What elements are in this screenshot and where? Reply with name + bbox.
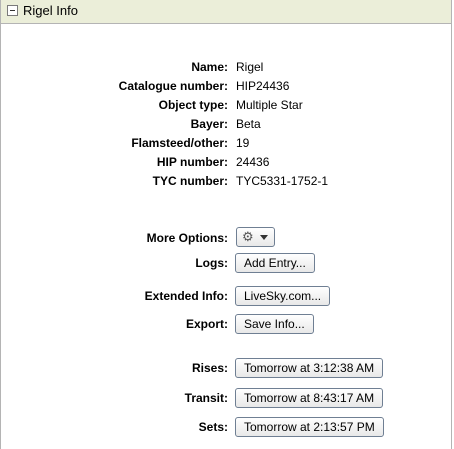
field-label: Flamsteed/other: — [131, 136, 228, 150]
field-row-catalogue-number: Catalogue number: HIP24436 — [1, 77, 451, 95]
field-value: TYC5331-1752-1 — [236, 174, 329, 188]
field-value: Beta — [236, 117, 261, 131]
chevron-down-icon — [260, 235, 268, 240]
rises-label: Rises: — [191, 361, 228, 375]
save-info-button[interactable]: Save Info... — [235, 314, 314, 334]
field-label: HIP number: — [156, 155, 228, 169]
field-label: Bayer: — [190, 117, 228, 131]
rises-time-button[interactable]: Tomorrow at 3:12:38 AM — [235, 358, 384, 378]
field-value: 19 — [236, 136, 250, 150]
field-row-hip-number: HIP number: 24436 — [1, 153, 451, 171]
field-row-object-type: Object type: Multiple Star — [1, 96, 451, 114]
panel-header[interactable]: Rigel Info — [1, 0, 451, 24]
more-options-label: More Options: — [146, 231, 228, 245]
export-row: Export: Save Info... — [1, 314, 451, 334]
field-label: Name: — [191, 60, 228, 74]
object-info-panel: Rigel Info Name: Rigel Catalogue number:… — [0, 0, 452, 449]
transit-label: Transit: — [184, 391, 228, 405]
sets-label: Sets: — [198, 420, 228, 434]
collapse-icon[interactable] — [7, 5, 18, 16]
add-entry-button[interactable]: Add Entry... — [235, 253, 315, 273]
field-label: Object type: — [158, 98, 228, 112]
field-row-tyc-number: TYC number: TYC5331-1752-1 — [1, 172, 451, 190]
field-row-flamsteed: Flamsteed/other: 19 — [1, 134, 451, 152]
more-options-row: More Options: ⚙ — [1, 227, 451, 247]
field-label: Catalogue number: — [118, 79, 228, 93]
field-value: HIP24436 — [236, 79, 290, 93]
panel-title: Rigel Info — [23, 3, 78, 18]
field-value: Rigel — [236, 60, 264, 74]
field-label: TYC number: — [152, 174, 228, 188]
field-value: Multiple Star — [236, 98, 303, 112]
logs-label: Logs: — [195, 256, 228, 270]
export-label: Export: — [186, 317, 228, 331]
sets-time-button[interactable]: Tomorrow at 2:13:57 PM — [235, 417, 384, 437]
field-value: 24436 — [236, 155, 270, 169]
transit-row: Transit: Tomorrow at 8:43:17 AM — [1, 388, 451, 408]
extended-info-row: Extended Info: LiveSky.com... — [1, 286, 451, 306]
extended-info-label: Extended Info: — [144, 289, 228, 303]
field-row-name: Name: Rigel — [1, 58, 451, 76]
livesky-button[interactable]: LiveSky.com... — [235, 286, 331, 306]
gear-icon: ⚙ — [242, 229, 254, 244]
logs-row: Logs: Add Entry... — [1, 253, 451, 273]
transit-time-button[interactable]: Tomorrow at 8:43:17 AM — [235, 388, 384, 408]
rises-row: Rises: Tomorrow at 3:12:38 AM — [1, 358, 451, 378]
field-row-bayer: Bayer: Beta — [1, 115, 451, 133]
sets-row: Sets: Tomorrow at 2:13:57 PM — [1, 417, 451, 437]
more-options-button[interactable]: ⚙ — [236, 227, 275, 247]
